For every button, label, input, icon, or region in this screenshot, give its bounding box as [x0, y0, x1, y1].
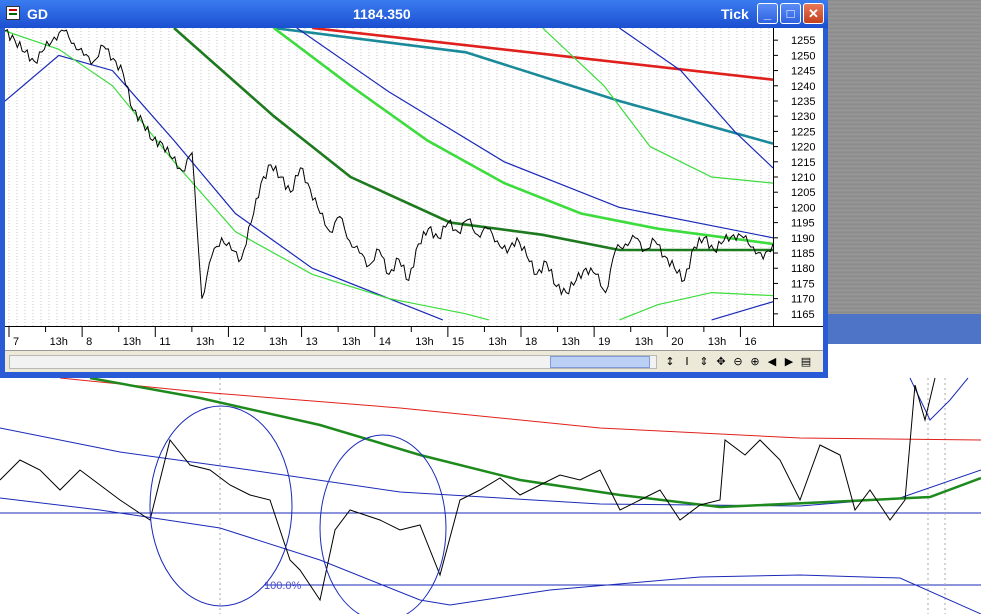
symbol-label: GD: [27, 6, 48, 22]
series-blue-mid: [296, 28, 773, 239]
y-tick-label: 1245: [791, 66, 815, 78]
vertical-resize-icon[interactable]: ⇕: [697, 354, 711, 369]
minimize-button[interactable]: _: [757, 3, 778, 24]
price-plot[interactable]: [5, 28, 773, 326]
y-tick-label: 1180: [791, 263, 815, 275]
y-tick-label: 1165: [791, 309, 815, 321]
title-bar[interactable]: GD 1184.350 Tick _ □ ✕: [0, 0, 828, 28]
bg-blue-upper: [0, 427, 981, 507]
x-tick-label: 14: [379, 336, 391, 348]
bg-annotation-circle: [149, 405, 293, 607]
x-tick-label: 13: [306, 336, 318, 348]
y-tick-label: 1250: [791, 50, 815, 62]
series-red: [312, 28, 773, 81]
cursor-icon[interactable]: I: [680, 354, 694, 369]
time-axis[interactable]: 7 13h 8 13h 11 13h 12 13h 13 13h 14 13h 15 13h 18 13h 19…: [5, 326, 773, 350]
y-tick-label: 1225: [791, 126, 815, 138]
scroll-left-icon[interactable]: ◀: [765, 354, 779, 369]
chart-toolbar: ↕ I ⇕ ✥ ⊖ ⊕ ◀ ▶ ▤: [5, 350, 823, 372]
x-tick-label: 7: [13, 336, 19, 348]
x-tick-label: 13h: [342, 336, 360, 348]
window-icon[interactable]: ▤: [799, 354, 813, 369]
background-window-strip: [828, 314, 981, 344]
x-tick-label: 13h: [562, 336, 580, 348]
y-tick-label: 1175: [791, 278, 815, 290]
scroll-right-icon[interactable]: ▶: [782, 354, 796, 369]
series-green-thin-upper: [542, 28, 773, 184]
price-axis[interactable]: 1165 1170 1175 1180 1185 1190 1195 1200 1205 1210…: [773, 28, 823, 326]
price-label: 1184.350: [353, 6, 411, 22]
x-tick-label: 13h: [635, 336, 653, 348]
x-tick-label: 13h: [50, 336, 68, 348]
window-icon[interactable]: [6, 6, 20, 20]
x-tick-label: 13h: [415, 336, 433, 348]
y-tick-label: 1200: [791, 202, 815, 214]
x-tick-label: 20: [671, 336, 683, 348]
x-tick-label: 13h: [488, 336, 506, 348]
y-tick-label: 1190: [791, 233, 815, 245]
x-tick-label: 13h: [196, 336, 214, 348]
series-blue-upper: [619, 28, 773, 169]
maximize-button[interactable]: □: [780, 3, 801, 24]
x-tick-label: 13h: [123, 336, 141, 348]
fib-level-label: 100.0%: [264, 580, 302, 592]
y-tick-label: 1215: [791, 157, 815, 169]
scrollbar-thumb[interactable]: [550, 356, 650, 368]
y-tick-label: 1205: [791, 187, 815, 199]
y-tick-label: 1220: [791, 142, 815, 154]
price-series: [5, 28, 773, 299]
x-tick-label: 16: [744, 336, 756, 348]
y-tick-label: 1210: [791, 172, 815, 184]
axis-corner: [773, 326, 823, 350]
x-tick-label: 12: [232, 336, 244, 348]
y-tick-label: 1230: [791, 111, 815, 123]
refresh-icon[interactable]: ↕: [663, 354, 677, 369]
pan-icon[interactable]: ✥: [714, 354, 728, 369]
x-tick-label: 15: [452, 336, 464, 348]
x-tick-label: 8: [86, 336, 92, 348]
close-button[interactable]: ✕: [803, 3, 824, 24]
y-tick-label: 1235: [791, 96, 815, 108]
bg-red-line: [59, 377, 981, 441]
series-green-thin-right: [619, 291, 773, 321]
y-tick-label: 1185: [791, 248, 815, 260]
zoom-out-icon[interactable]: ⊖: [731, 354, 745, 369]
series-green-thin-lower: [5, 30, 489, 321]
background-noise-panel: [828, 0, 981, 314]
x-tick-label: 11: [159, 336, 170, 348]
bg-blue-lower: [0, 497, 981, 614]
x-tick-label: 18: [525, 336, 537, 348]
series-bright-green: [273, 28, 773, 246]
x-tick-label: 13h: [269, 336, 287, 348]
timeframe-label: Tick: [721, 6, 749, 22]
x-tick-label: 13h: [708, 336, 726, 348]
horizontal-scrollbar[interactable]: [9, 355, 657, 369]
bg-price-line: [0, 377, 936, 602]
y-tick-label: 1255: [791, 35, 815, 47]
y-tick-label: 1240: [791, 81, 815, 93]
chart-window[interactable]: GD 1184.350 Tick _ □ ✕ 1165 1170 1175 1180 1…: [0, 0, 828, 378]
zoom-in-icon[interactable]: ⊕: [748, 354, 762, 369]
x-tick-label: 19: [598, 336, 610, 348]
y-tick-label: 1170: [791, 294, 815, 306]
y-tick-label: 1195: [791, 218, 815, 230]
